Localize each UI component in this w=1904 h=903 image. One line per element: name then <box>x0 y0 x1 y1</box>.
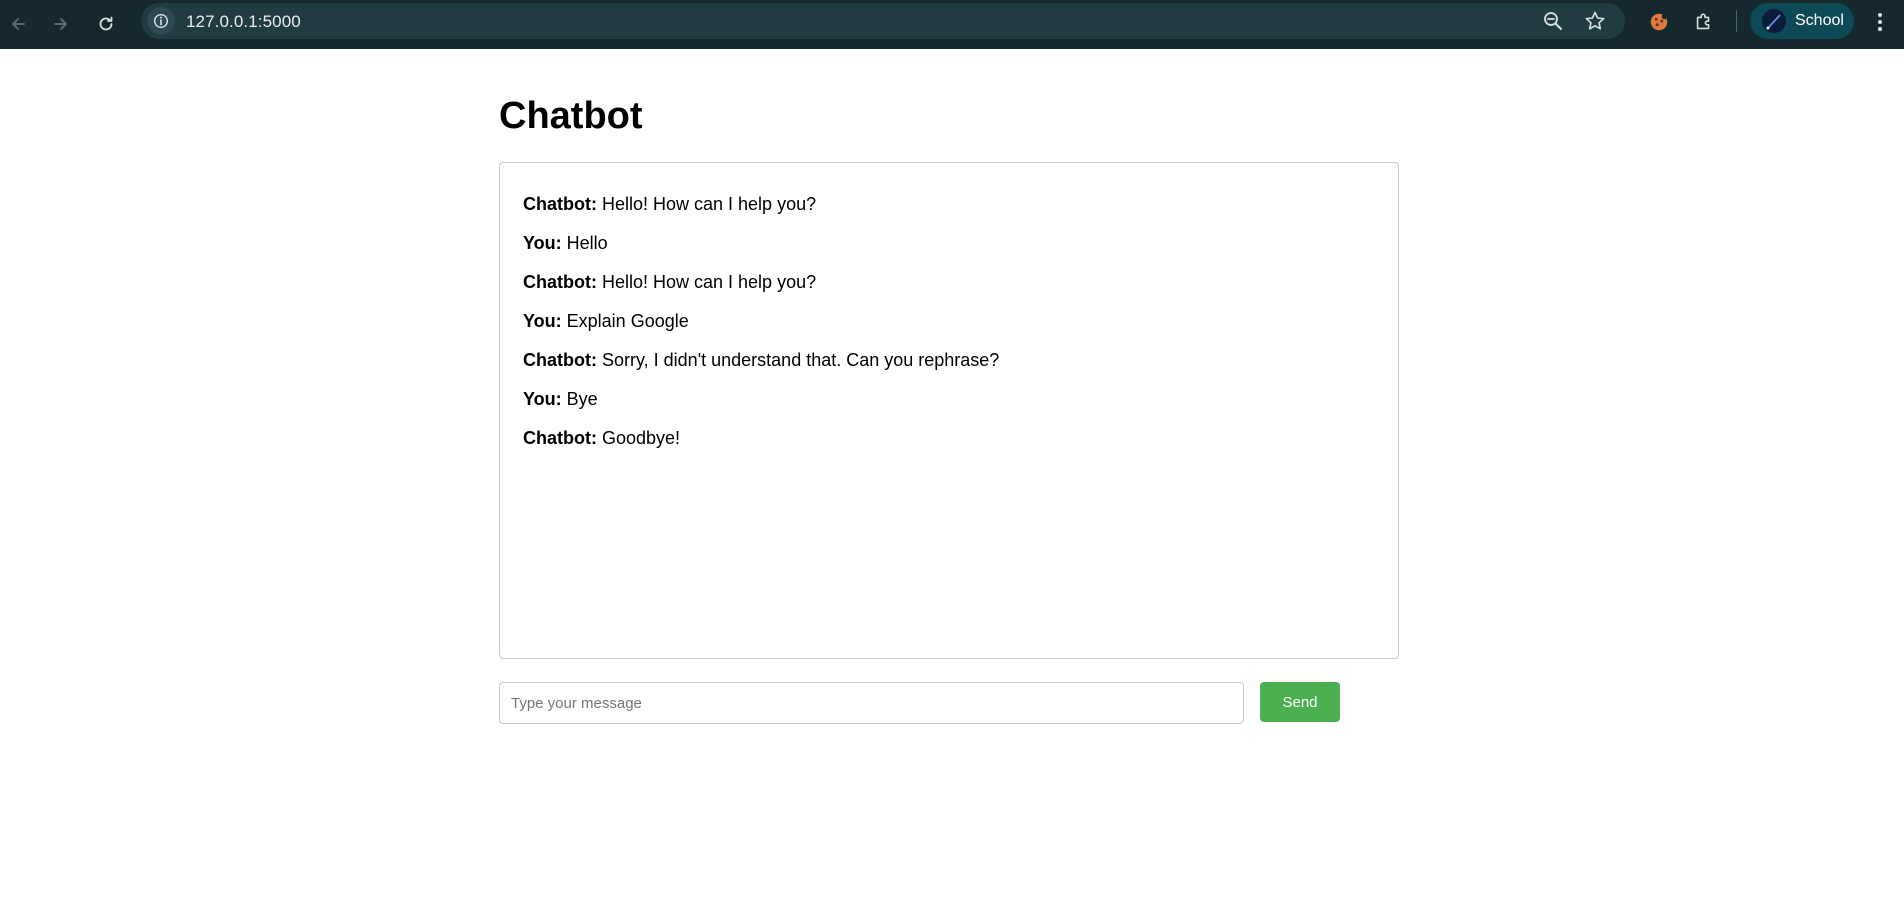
browser-toolbar: 127.0.0.1:5000 School <box>0 0 1904 49</box>
back-button[interactable] <box>0 6 36 42</box>
reload-button[interactable] <box>88 6 124 42</box>
message-sender: Chatbot: <box>523 272 597 292</box>
chat-message: Chatbot: Hello! How can I help you? <box>523 271 1375 310</box>
message-text: Hello <box>561 233 608 253</box>
message-text: Hello! How can I help you? <box>596 272 817 292</box>
profile-button[interactable]: School <box>1750 3 1854 39</box>
message-sender: Chatbot: <box>523 194 597 214</box>
message-text: Goodbye! <box>596 428 681 448</box>
forward-arrow-icon <box>54 18 67 30</box>
chat-message: Chatbot: Hello! How can I help you? <box>523 193 1375 232</box>
site-info-icon[interactable] <box>147 7 175 35</box>
chat-message: You: Explain Google <box>523 310 1375 349</box>
address-bar[interactable]: 127.0.0.1:5000 <box>141 3 1625 39</box>
chat-message: You: Bye <box>523 388 1375 427</box>
reload-icon <box>99 16 113 31</box>
message-text: Explain Google <box>561 311 689 331</box>
bookmark-star-icon[interactable] <box>1584 10 1606 32</box>
send-button[interactable]: Send <box>1260 682 1340 722</box>
message-sender: You: <box>523 389 562 409</box>
message-sender: You: <box>523 233 562 253</box>
avatar <box>1762 9 1786 33</box>
page-title: Chatbot <box>499 95 643 137</box>
message-input[interactable] <box>499 682 1244 724</box>
profile-name: School <box>1795 12 1844 29</box>
message-text: Bye <box>561 389 598 409</box>
message-sender: Chatbot: <box>523 350 597 370</box>
forward-button[interactable] <box>43 6 79 42</box>
chat-message: You: Hello <box>523 232 1375 271</box>
message-sender: Chatbot: <box>523 428 597 448</box>
message-text: Sorry, I didn't understand that. Can you… <box>596 350 1000 370</box>
chat-message: Chatbot: Goodbye! <box>523 427 1375 466</box>
back-arrow-icon <box>12 18 25 30</box>
message-text: Hello! How can I help you? <box>596 194 817 214</box>
extensions-puzzle-icon[interactable] <box>1691 9 1717 35</box>
menu-kebab-icon[interactable] <box>1868 9 1892 35</box>
zoom-out-icon[interactable] <box>1542 10 1564 32</box>
chat-log: Chatbot: Hello! How can I help you? You:… <box>499 162 1399 659</box>
message-sender: You: <box>523 311 562 331</box>
chat-message: Chatbot: Sorry, I didn't understand that… <box>523 349 1375 388</box>
url-text[interactable]: 127.0.0.1:5000 <box>186 12 301 32</box>
toolbar-divider <box>1736 10 1737 32</box>
cookie-extension-icon[interactable] <box>1646 9 1672 35</box>
